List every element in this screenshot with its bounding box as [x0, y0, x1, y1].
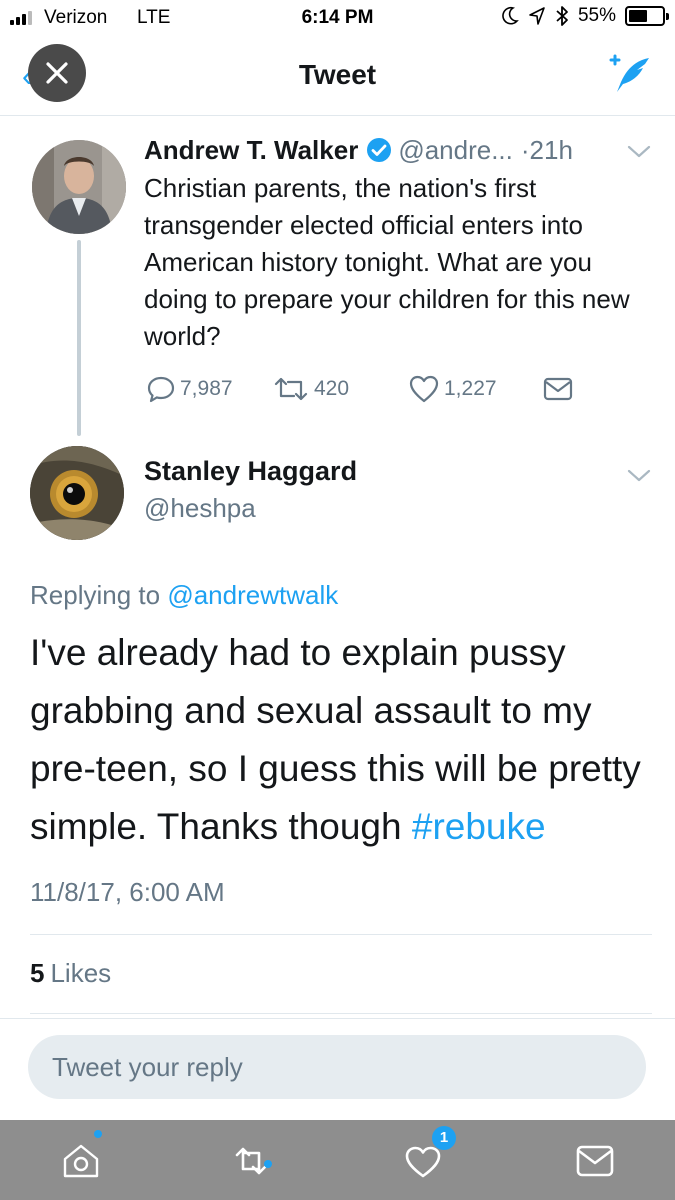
retweet-icon — [274, 377, 308, 401]
retweet-count: 420 — [314, 377, 350, 400]
parent-tweet-header: Andrew T. Walker @andre... · 21h — [144, 132, 654, 168]
retweet-action[interactable]: 420 — [272, 372, 349, 406]
avatar[interactable] — [32, 140, 126, 234]
divider — [30, 1013, 652, 1014]
moments-notification-dot — [264, 1160, 272, 1168]
profile-photo-haggard — [30, 446, 124, 540]
likes-label: Likes — [50, 958, 112, 988]
direct-message-action[interactable] — [542, 372, 574, 406]
home-notification-dot — [94, 1130, 102, 1138]
compose-tweet-button[interactable] — [607, 52, 653, 98]
reply-tweet-text: I've already had to explain pussy grabbi… — [30, 624, 660, 856]
navigation-bar: ‹ Tweet — [0, 38, 675, 116]
chevron-down-icon[interactable] — [626, 144, 652, 160]
author-name[interactable]: Stanley Haggard — [144, 456, 357, 487]
replying-to-label: Replying to — [30, 580, 161, 610]
tweet-age: 21h — [529, 134, 573, 165]
divider — [30, 934, 652, 935]
tweet-actions: 7,987 420 1,227 — [146, 372, 586, 406]
reply-icon — [147, 376, 175, 403]
hashtag-link[interactable]: #rebuke — [412, 806, 546, 847]
tab-bar: 1 — [0, 1120, 675, 1200]
page-title: Tweet — [298, 59, 377, 90]
likes-summary[interactable]: 5 Likes — [30, 958, 111, 989]
messages-icon — [576, 1145, 614, 1177]
compose-tweet-icon — [609, 54, 649, 92]
moon-icon — [502, 6, 519, 25]
location-arrow-icon — [529, 7, 545, 25]
likes-count: 5 — [30, 958, 45, 988]
status-bar: Verizon LTE 6:14 PM 55% — [0, 0, 675, 38]
battery-percent: 55% — [577, 5, 616, 26]
replying-to-mention[interactable]: @andrewtwalk — [167, 580, 338, 610]
envelope-icon — [543, 377, 573, 401]
thread-connector-line — [77, 240, 81, 436]
separator-dot: · — [520, 134, 530, 165]
reply-composer — [0, 1018, 675, 1120]
profile-photo-walker — [32, 140, 126, 234]
tab-home[interactable] — [56, 1136, 106, 1186]
avatar[interactable] — [30, 446, 124, 540]
tab-messages[interactable] — [570, 1136, 620, 1186]
heart-icon — [409, 375, 439, 403]
like-action[interactable]: 1,227 — [408, 372, 497, 406]
reply-count: 7,987 — [180, 377, 233, 400]
author-handle[interactable]: @heshpa — [144, 493, 256, 524]
reply-input[interactable] — [28, 1035, 646, 1099]
tweet-timestamp: 11/8/17, 6:00 AM — [30, 877, 225, 907]
verified-badge-icon — [367, 138, 392, 162]
reply-action[interactable]: 7,987 — [146, 372, 233, 406]
battery-icon — [625, 6, 669, 26]
bluetooth-icon — [556, 6, 568, 26]
parent-tweet-text: Christian parents, the nation's first tr… — [144, 173, 630, 351]
chevron-down-icon[interactable] — [626, 468, 652, 484]
home-icon — [63, 1144, 99, 1178]
author-handle[interactable]: @andre... — [398, 135, 513, 166]
reply-text: I've already had to explain pussy grabbi… — [30, 632, 641, 847]
notifications-badge: 1 — [432, 1126, 456, 1150]
author-name[interactable]: Andrew T. Walker — [144, 135, 358, 166]
replying-to-line: Replying to @andrewtwalk — [30, 580, 338, 611]
like-count: 1,227 — [444, 377, 497, 400]
